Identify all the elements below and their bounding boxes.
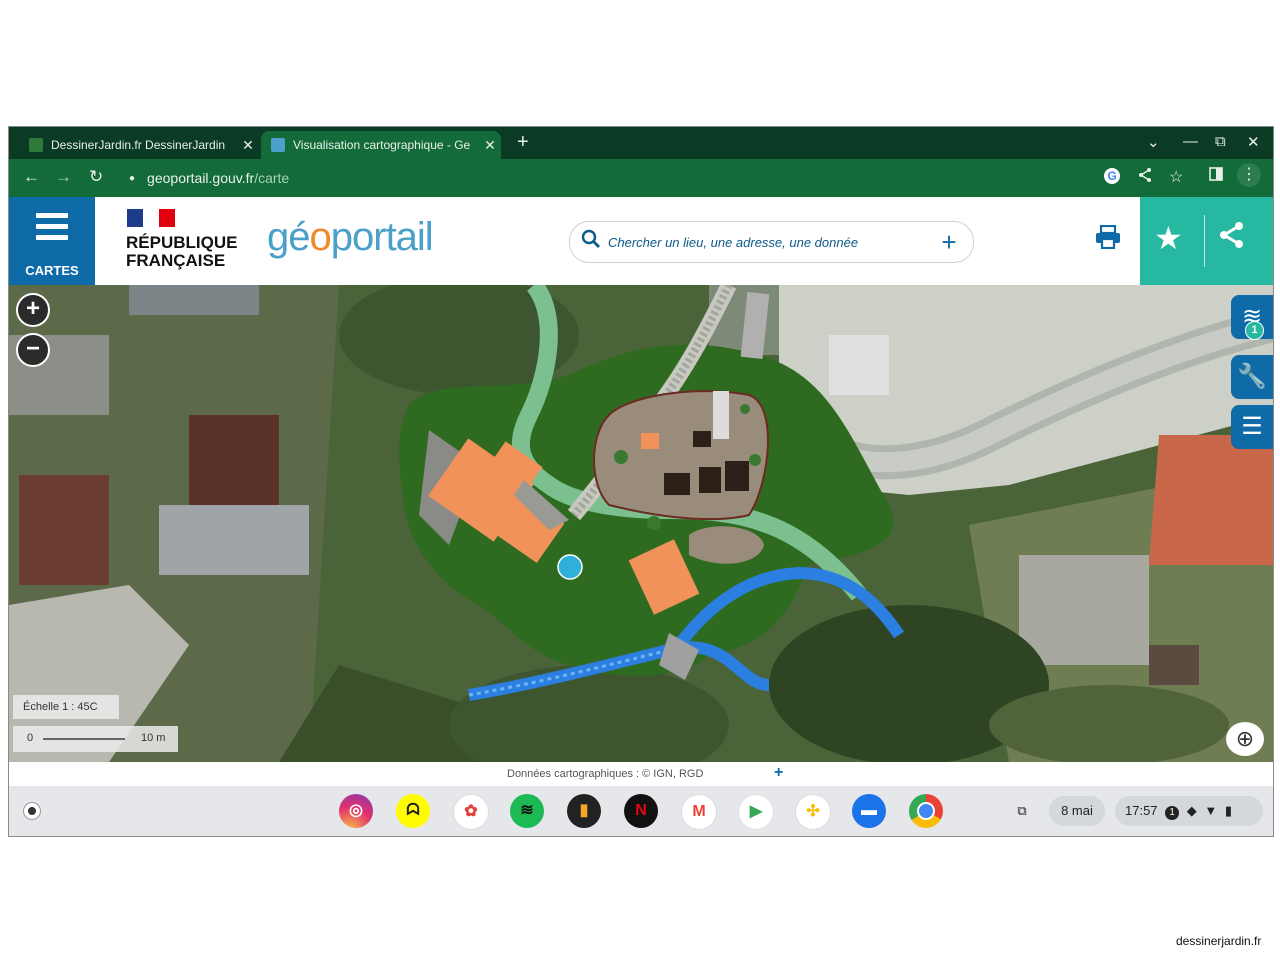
- site-caption: dessinerjardin.fr: [1176, 934, 1262, 948]
- layers-button[interactable]: ≋ 1: [1231, 295, 1273, 340]
- rf-line2: FRANÇAISE: [126, 251, 226, 270]
- photos-icon[interactable]: ✣: [795, 794, 831, 830]
- logo-part-ge: gé: [267, 215, 310, 259]
- spotify-icon[interactable]: ≋: [510, 794, 544, 828]
- back-icon[interactable]: ←: [23, 167, 40, 187]
- close-tab-icon[interactable]: ✕: [237, 137, 259, 154]
- app-icon[interactable]: ✿: [453, 794, 489, 830]
- url-path: /carte: [254, 170, 290, 186]
- chromebook-screen: DessinerJardin.fr DessinerJardin ✕ Visua…: [8, 126, 1274, 837]
- tab-geoportail[interactable]: Visualisation cartographique - Ge ✕: [261, 131, 501, 159]
- tools-button[interactable]: 🔧: [1231, 355, 1273, 399]
- list-icon: ☰: [1241, 413, 1263, 440]
- google-icon[interactable]: G: [1103, 167, 1121, 190]
- status-tray[interactable]: 17:57 1 ◆ ▼ ▮: [1115, 796, 1263, 826]
- favorites-star-icon[interactable]: ★: [1154, 219, 1183, 257]
- snapchat-icon[interactable]: ᗣ: [396, 794, 430, 828]
- more-menu-icon[interactable]: ⋮: [1237, 163, 1261, 187]
- forward-icon[interactable]: →: [55, 167, 72, 187]
- os-shelf: ◎ ᗣ ✿ ≋ ▮ N M ▶ ✣ ▬ ⧉ 8 mai 17:57 1 ◆ ▼ …: [9, 786, 1273, 836]
- notification-badge: 1: [1165, 806, 1180, 820]
- url-host: geoportail.gouv.fr: [147, 170, 255, 186]
- geoportail-logo[interactable]: géoportail: [267, 215, 434, 260]
- plant-icon: [29, 138, 43, 152]
- netflix-icon[interactable]: N: [624, 794, 658, 828]
- republique-francaise-logo: RÉPUBLIQUE FRANÇAISE: [126, 234, 237, 270]
- chrome-icon[interactable]: [909, 794, 943, 828]
- tab-title: Visualisation cartographique - Ge: [293, 138, 471, 152]
- browser-toolbar: ← → ↻ ● geoportail.gouv.fr/carte G ☆ ⋮: [9, 159, 1273, 197]
- teal-actions: ★: [1140, 197, 1273, 285]
- instagram-icon[interactable]: ◎: [339, 794, 373, 828]
- tab-dessinerjardin[interactable]: DessinerJardin.fr DessinerJardin ✕: [19, 131, 259, 159]
- share-icon[interactable]: [1218, 221, 1246, 256]
- tab-search-icon[interactable]: ⌄: [1147, 133, 1160, 151]
- scale-line: [43, 738, 125, 740]
- battery-icon: ▮: [1224, 803, 1233, 818]
- cartes-label: CARTES: [25, 263, 79, 278]
- map-icon: [271, 138, 285, 152]
- map-view[interactable]: + − ≋ 1 🔧 ☰ Échelle 1 : 45C 0 10 m ⊕: [9, 285, 1273, 762]
- print-icon[interactable]: [1095, 224, 1121, 255]
- scale-ratio: Échelle 1 : 45C: [13, 695, 119, 719]
- new-tab-button[interactable]: +: [517, 131, 529, 154]
- logo-part-o: o: [309, 215, 332, 259]
- tab-strip: DessinerJardin.fr DessinerJardin ✕ Visua…: [9, 127, 1273, 159]
- files-icon[interactable]: ▬: [852, 794, 886, 828]
- tab-title: DessinerJardin.fr DessinerJardin: [51, 138, 226, 152]
- logo-part-portail: portail: [330, 215, 434, 259]
- date-pill[interactable]: 8 mai: [1049, 796, 1105, 826]
- side-panel-icon[interactable]: [1209, 167, 1223, 186]
- lock-icon: ●: [129, 172, 136, 184]
- legend-button[interactable]: ☰: [1231, 405, 1273, 449]
- reload-icon[interactable]: ↻: [89, 167, 103, 187]
- locate-me-button[interactable]: ⊕: [1226, 722, 1264, 756]
- play-store-icon[interactable]: ▶: [738, 794, 774, 830]
- restore-icon[interactable]: ⧉: [1215, 133, 1226, 150]
- attribution-expand-icon[interactable]: +: [774, 764, 783, 782]
- map-attribution: Données cartographiques : © IGN, RGD +: [9, 762, 1273, 786]
- search-input[interactable]: Chercher un lieu, une adresse, une donné…: [608, 235, 925, 250]
- zoom-out-button[interactable]: −: [16, 333, 50, 367]
- wifi-icon: ▼: [1204, 803, 1218, 818]
- minimize-icon[interactable]: —: [1183, 133, 1198, 150]
- attribution-text: Données cartographiques : © IGN, RGD: [507, 768, 704, 780]
- search-icon[interactable]: [574, 229, 608, 255]
- svg-text:G: G: [1107, 169, 1116, 183]
- clock: 17:57: [1125, 803, 1158, 818]
- close-tab-icon[interactable]: ✕: [479, 137, 501, 154]
- vpn-icon: ◆: [1186, 803, 1197, 818]
- aerial-map: [9, 285, 1273, 762]
- bookmark-star-icon[interactable]: ☆: [1169, 167, 1183, 187]
- zoom-in-button[interactable]: +: [16, 293, 50, 327]
- share-icon[interactable]: [1137, 167, 1153, 188]
- advanced-search-plus-icon[interactable]: +: [925, 227, 973, 258]
- scale-zero: 0: [27, 732, 34, 744]
- crosshair-icon: ⊕: [1235, 726, 1255, 751]
- scale-bar: 0 10 m: [13, 726, 178, 752]
- divider: [1204, 215, 1205, 267]
- geoportail-header: CARTES RÉPUBLIQUE FRANÇAISE géoportail C…: [9, 197, 1273, 285]
- address-bar[interactable]: ● geoportail.gouv.fr/carte: [121, 164, 1261, 192]
- rf-line1: RÉPUBLIQUE: [126, 233, 238, 252]
- overview-icon[interactable]: ⧉: [1007, 796, 1037, 826]
- search-box[interactable]: Chercher un lieu, une adresse, une donné…: [569, 221, 974, 263]
- cartes-menu-button[interactable]: CARTES: [9, 197, 95, 285]
- deezer-icon[interactable]: ▮: [567, 794, 601, 828]
- marianne-logo: [127, 209, 175, 227]
- hamburger-icon: [36, 213, 68, 246]
- scale-length: 10 m: [141, 732, 166, 744]
- gmail-icon[interactable]: M: [681, 794, 717, 830]
- wrench-icon: 🔧: [1237, 363, 1267, 390]
- layers-count-badge: 1: [1245, 321, 1264, 340]
- close-window-icon[interactable]: ✕: [1247, 133, 1260, 151]
- launcher-icon[interactable]: [23, 802, 41, 820]
